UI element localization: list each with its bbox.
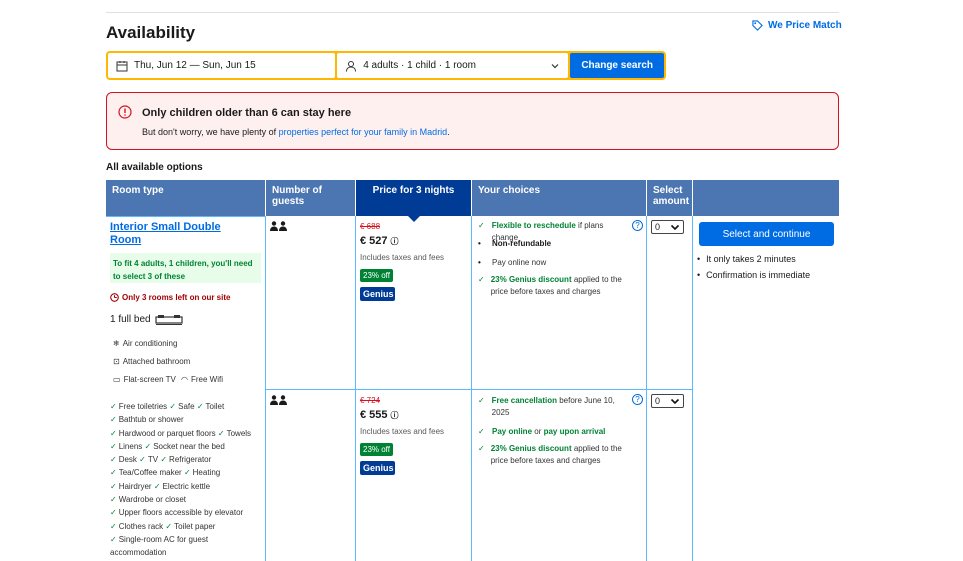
tv-icon: ▭ xyxy=(113,375,121,384)
chevron-down-icon xyxy=(551,64,559,69)
room-name-link[interactable]: Interior Small Double Room xyxy=(110,221,250,247)
genius-badge: Genius xyxy=(360,461,395,475)
rooms-left-badge: Only 3 rooms left on our site xyxy=(110,293,230,302)
amenity-wifi: ◠ Free Wifi xyxy=(181,375,223,384)
amenity-label: Attached bathroom xyxy=(122,357,191,366)
original-price: € 724 xyxy=(360,396,381,405)
price-block: € 688 € 527 ⓘ Includes taxes and fees 23%… xyxy=(360,222,444,301)
options-caption: All available options xyxy=(106,162,203,173)
amenity-label: Free Wifi xyxy=(190,375,223,384)
amenity-label: Air conditioning xyxy=(122,339,178,348)
select-and-continue-button[interactable]: Select and continue xyxy=(699,222,834,246)
price-value: € 527 xyxy=(360,235,388,247)
alert-icon xyxy=(118,105,132,119)
header-guests: Number of guests xyxy=(266,180,355,216)
top-divider xyxy=(106,12,839,13)
bed-icon xyxy=(154,315,183,325)
help-icon[interactable]: ? xyxy=(632,394,643,405)
header-cta xyxy=(693,180,839,216)
amenity-label: Flat-screen TV xyxy=(123,375,176,384)
price-value: € 555 xyxy=(360,409,388,421)
info-icon[interactable]: ⓘ xyxy=(391,410,399,421)
chevron-down-icon xyxy=(670,224,680,231)
price-block: € 724 € 555 ⓘ Includes taxes and fees 23%… xyxy=(360,396,444,475)
cta-bullet-text: Confirmation is immediate xyxy=(706,270,811,280)
room-amount-select[interactable]: 0 xyxy=(651,394,684,408)
discount-badge: 23% off xyxy=(360,443,393,456)
choice-item: ✓ Free cancellation before June 10, 2025 xyxy=(478,396,615,417)
choice-item: • Pay online now xyxy=(478,258,547,267)
row-divider xyxy=(106,216,265,217)
discounted-price: € 555 ⓘ xyxy=(360,409,444,421)
bath-icon: ⊡ xyxy=(113,357,120,366)
discount-badge: 23% off xyxy=(360,269,393,282)
choice-item: ✓ 23% Genius discount applied to the pric… xyxy=(478,275,622,296)
page-title: Availability xyxy=(106,23,196,42)
cta-bullet-text: It only takes 2 minutes xyxy=(706,254,796,264)
discounted-price: € 527 ⓘ xyxy=(360,235,444,247)
tax-note: Includes taxes and fees xyxy=(360,427,445,436)
guest-selector[interactable]: 4 adults · 1 child · 1 room xyxy=(337,53,569,78)
bed-info: 1 full bed xyxy=(110,314,183,325)
amenity-ac: ❄ Air conditioning xyxy=(113,339,177,348)
amenity-tv: ▭ Flat-screen TV xyxy=(113,375,176,384)
fit-note: To fit 4 adults, 1 children, you'll need… xyxy=(110,253,261,283)
help-icon[interactable]: ? xyxy=(632,220,643,231)
alert-body: But don't worry, we have plenty of prope… xyxy=(142,127,450,137)
person-icon xyxy=(346,60,357,72)
tax-note: Includes taxes and fees xyxy=(360,253,445,262)
calendar-icon xyxy=(116,60,128,71)
date-picker[interactable]: Thu, Jun 12 — Sun, Jun 15 xyxy=(108,53,336,78)
header-room-type: Room type xyxy=(106,180,265,216)
original-price: € 688 xyxy=(360,222,381,231)
alert-heading: Only children older than 6 can stay here xyxy=(142,107,352,119)
row-divider xyxy=(265,389,692,390)
info-icon[interactable]: ⓘ xyxy=(391,236,399,247)
amenity-bathroom: ⊡ Attached bathroom xyxy=(113,357,190,366)
col-divider xyxy=(692,216,693,561)
alert-text: But don't worry, we have plenty of xyxy=(142,127,279,137)
guest-summary: 4 adults · 1 child · 1 room xyxy=(363,60,477,71)
guests-icon xyxy=(270,221,287,231)
price-match-link[interactable]: We Price Match xyxy=(752,20,842,31)
price-match-label: We Price Match xyxy=(768,20,842,31)
change-search-button[interactable]: Change search xyxy=(570,53,665,78)
guests-icon xyxy=(270,395,287,405)
family-properties-link[interactable]: properties perfect for your family in Ma… xyxy=(279,127,448,137)
choice-item: • Non-refundable xyxy=(478,239,552,248)
tag-icon xyxy=(752,20,763,31)
select-value: 0 xyxy=(655,396,661,406)
bed-label: 1 full bed xyxy=(110,314,151,325)
room-amount-select[interactable]: 0 xyxy=(651,220,684,234)
select-value: 0 xyxy=(655,222,661,232)
header-price: Price for 3 nights xyxy=(356,180,471,222)
choice-item: ✓ 23% Genius discount applied to the pric… xyxy=(478,444,622,465)
snowflake-icon: ❄ xyxy=(113,339,120,348)
chevron-down-icon xyxy=(670,398,680,405)
rooms-left-text: Only 3 rooms left on our site xyxy=(122,293,231,302)
wifi-icon: ◠ xyxy=(181,375,188,384)
cta-bullet: • Confirmation is immediate xyxy=(697,270,811,280)
header-select: Select amount xyxy=(647,180,692,216)
date-range: Thu, Jun 12 — Sun, Jun 15 xyxy=(134,60,256,71)
cta-bullet: • It only takes 2 minutes xyxy=(697,254,796,264)
facilities-list: ✓ Free toiletries ✓ Safe ✓ Toilet ✓ Bathtub … xyxy=(110,402,252,558)
search-bar: Thu, Jun 12 — Sun, Jun 15 4 adults · 1 c… xyxy=(106,51,666,80)
clock-icon xyxy=(110,293,119,302)
header-choices: Your choices xyxy=(472,180,646,216)
alert-text-end: . xyxy=(447,127,450,137)
choice-item: ✓ Pay online or pay upon arrival xyxy=(478,427,606,436)
genius-badge: Genius xyxy=(360,287,395,301)
children-alert: Only children older than 6 can stay here… xyxy=(106,92,839,150)
